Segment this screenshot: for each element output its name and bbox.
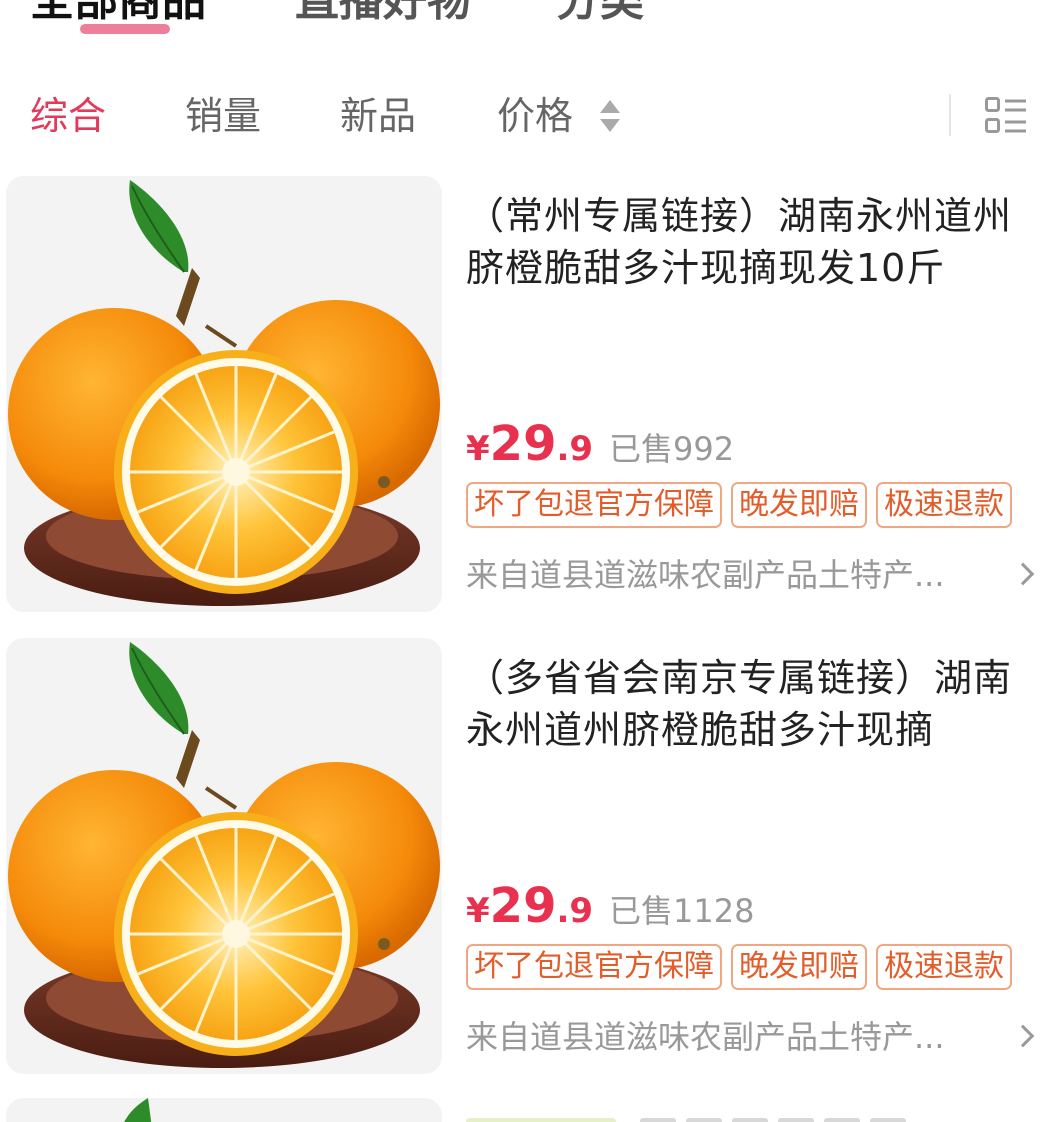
- tag-fast-refund: 极速退款: [876, 944, 1012, 990]
- list-layout-icon[interactable]: [985, 97, 1027, 135]
- currency-symbol: ¥: [466, 429, 490, 469]
- sort-sales[interactable]: 销量: [185, 90, 261, 142]
- product-card[interactable]: （多省省会南京专属链接）湖南永州道州脐橙脆甜多汁现摘 ¥29.9 已售1128 坏…: [0, 638, 1059, 1078]
- shop-link[interactable]: 来自道县道滋味农副产品土特产...: [466, 552, 1035, 602]
- shop-link[interactable]: 来自道县道滋味农副产品土特产...: [466, 1014, 1035, 1064]
- tag-refund-guarantee: 坏了包退官方保障: [466, 944, 722, 990]
- currency-symbol: ¥: [466, 891, 490, 931]
- tag-refund-guarantee: 坏了包退官方保障: [466, 482, 722, 528]
- partial-title-placeholder: [640, 1110, 1030, 1122]
- sort-composite[interactable]: 综合: [30, 90, 106, 142]
- sold-count: 已售1128: [609, 892, 755, 930]
- sold-count: 已售992: [609, 430, 735, 468]
- orange-product-image[interactable]: [6, 638, 442, 1074]
- price-decimal: .9: [556, 891, 594, 931]
- tag-fast-refund: 极速退款: [876, 482, 1012, 528]
- sort-bar: 综合 销量 新品 价格: [0, 80, 1059, 152]
- sort-updown-icon[interactable]: [598, 98, 622, 138]
- product-title[interactable]: （常州专属链接）湖南永州道州脐橙脆甜多汁现摘现发10斤: [466, 190, 1026, 294]
- price-integer: 29: [489, 416, 557, 472]
- service-tags: 坏了包退官方保障 晚发即赔 极速退款: [466, 944, 1021, 990]
- tag-late-ship-compensation: 晚发即赔: [731, 944, 867, 990]
- chevron-right-icon: [1011, 562, 1035, 586]
- partial-tag-placeholder: [466, 1118, 616, 1122]
- price-integer: 29: [489, 878, 557, 934]
- active-tab-indicator: [80, 24, 170, 34]
- tab-live-goods[interactable]: 直播好物: [295, 0, 471, 32]
- tab-category[interactable]: 分类: [556, 0, 644, 32]
- price-row: ¥29.9 已售992: [466, 416, 734, 472]
- service-tags: 坏了包退官方保障 晚发即赔 极速退款: [466, 482, 1021, 528]
- product-card[interactable]: （常州专属链接）湖南永州道州脐橙脆甜多汁现摘现发10斤 ¥29.9 已售992 坏…: [0, 176, 1059, 616]
- product-title[interactable]: （多省省会南京专属链接）湖南永州道州脐橙脆甜多汁现摘: [466, 652, 1026, 756]
- sort-price[interactable]: 价格: [497, 90, 573, 142]
- orange-product-image[interactable]: [6, 176, 442, 612]
- tag-late-ship-compensation: 晚发即赔: [731, 482, 867, 528]
- product-card-partial[interactable]: [6, 1098, 442, 1122]
- chevron-right-icon: [1011, 1024, 1035, 1048]
- price-decimal: .9: [556, 429, 594, 469]
- top-tab-bar: 全部商品 直播好物 分类: [0, 0, 1059, 34]
- divider: [949, 94, 951, 136]
- sort-new[interactable]: 新品: [340, 90, 416, 142]
- shop-name: 来自道县道滋味农副产品土特产...: [466, 556, 945, 594]
- price-row: ¥29.9 已售1128: [466, 878, 755, 934]
- shop-name: 来自道县道滋味农副产品土特产...: [466, 1018, 945, 1056]
